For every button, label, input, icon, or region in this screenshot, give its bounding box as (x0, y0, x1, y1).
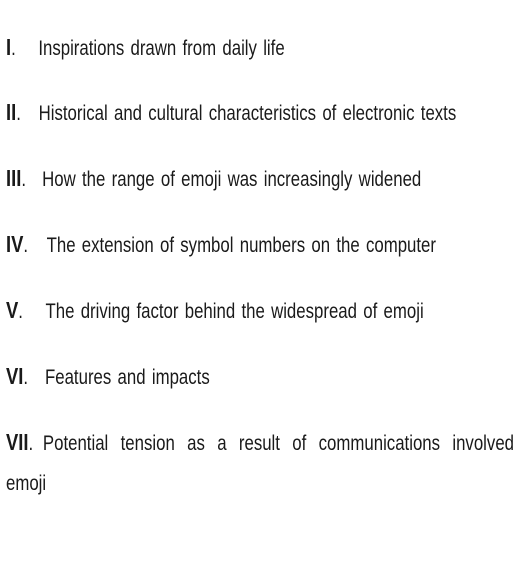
list-item-text: Potential tension as a result of communi… (6, 432, 515, 495)
numeral-period: . (21, 168, 27, 191)
headings-list: I. Inspirations drawn from daily life II.… (6, 27, 514, 528)
numeral-period: . (23, 366, 29, 389)
list-item-text: Inspirations drawn from daily life (38, 37, 285, 60)
list-item-text: The extension of symbol numbers on the c… (46, 234, 436, 257)
numeral-period: . (11, 37, 16, 60)
list-item: I. Inspirations drawn from daily life (6, 27, 514, 69)
list-item-text: How the range of emoji was increasingly … (42, 168, 422, 191)
roman-numeral: IV (6, 231, 24, 257)
roman-numeral: II (6, 99, 17, 125)
list-item: VII. Potential tension as a result of com… (6, 422, 514, 504)
list-item: II. Historical and cultural characteristi… (6, 92, 514, 134)
numeral-period: . (23, 234, 29, 257)
numeral-period: . (28, 432, 34, 455)
roman-numeral: VI (6, 363, 24, 389)
list-item: V. The driving factor behind the widespre… (6, 290, 514, 332)
list-item: IV. The extension of symbol numbers on th… (6, 224, 514, 266)
list-item: III. How the range of emoji was increasin… (6, 158, 514, 200)
list-item: VI. Features and impacts (6, 356, 514, 398)
roman-numeral: VII (6, 429, 29, 455)
roman-numeral: V (6, 297, 19, 323)
numeral-period: . (18, 300, 23, 323)
numeral-period: . (16, 102, 21, 125)
list-item-text: The driving factor behind the widespread… (45, 300, 424, 323)
list-item-text: Historical and cultural characteristics … (38, 102, 457, 125)
list-item-text: Features and impacts (44, 366, 210, 389)
roman-numeral: III (6, 165, 22, 191)
